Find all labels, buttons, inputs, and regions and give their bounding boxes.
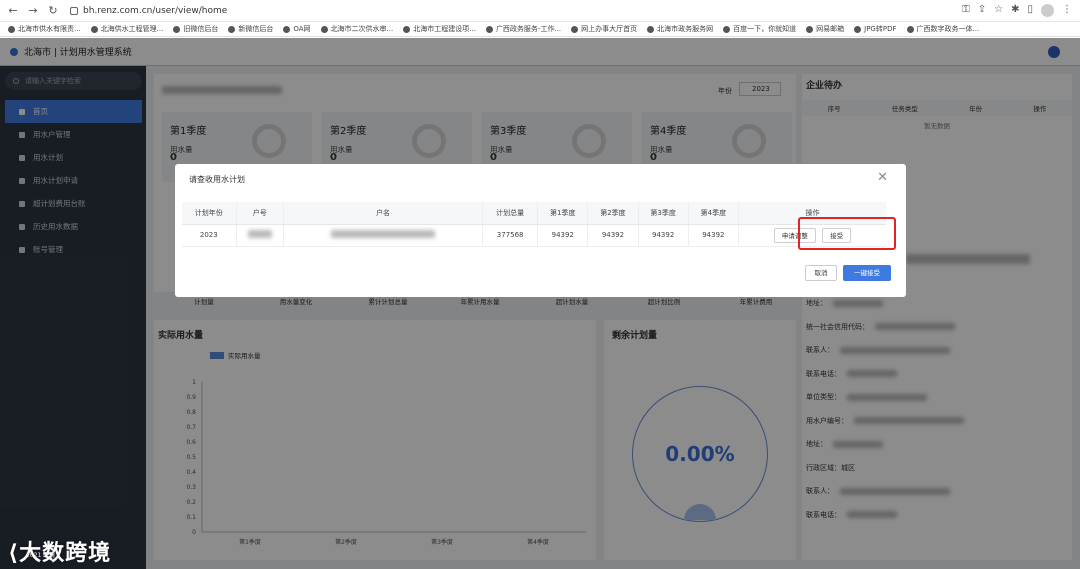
table-row: 2023 377568 94392 94392 94392 94392 申请调整… xyxy=(182,224,886,247)
bookmarks-bar: 北海市供水有限责... 北海供水工程管理... 旧微信后台 新微信后台 OA网 北海市二次… xyxy=(0,22,1080,37)
cell-q1: 94392 xyxy=(537,224,588,247)
url-text: bh.renz.com.cn/user/view/home xyxy=(83,5,228,16)
dialog-title: 请查收用水计划 xyxy=(189,175,245,184)
plan-dialog: 请查收用水计划 ✕ 计划年份 户号 户名 计划总量 第1季度 第2季度 第3季度 第4季度 操作… xyxy=(175,164,906,297)
profile-avatar[interactable] xyxy=(1041,4,1054,17)
browser-toolbar: ← → ↻ bh.renz.com.cn/user/view/home ⚿ ⇪ … xyxy=(0,0,1080,22)
watermark-sub: 2021 跨境 xyxy=(26,552,56,559)
bookmark-favicon-icon xyxy=(283,25,291,33)
close-icon[interactable]: ✕ xyxy=(877,170,888,185)
table-header-cell: 第3季度 xyxy=(637,202,689,225)
watermark-logo: ⟨大数跨境 xyxy=(8,541,112,566)
bookmark-item[interactable]: 广西政务服务-工作... xyxy=(485,24,561,34)
cell-q3: 94392 xyxy=(637,224,689,247)
accept-all-button[interactable]: 一键接受 xyxy=(843,265,891,281)
cell-total: 377568 xyxy=(482,224,538,247)
cell-q2: 94392 xyxy=(587,224,639,247)
bookmark-item[interactable]: 北海市二次供水审... xyxy=(320,24,393,34)
bookmark-favicon-icon xyxy=(320,25,328,33)
modal-overlay[interactable] xyxy=(0,38,1080,569)
table-header-cell: 户号 xyxy=(235,202,284,225)
table-header-cell: 第4季度 xyxy=(687,202,739,225)
bookmark-favicon-icon xyxy=(228,25,236,33)
reload-icon[interactable]: ↻ xyxy=(46,4,60,18)
bookmark-item[interactable]: 网上办事大厅首页 xyxy=(571,24,637,34)
highlight-box xyxy=(798,217,896,250)
table-header-cell: 计划年份 xyxy=(182,202,237,225)
table-header-cell: 第2季度 xyxy=(587,202,639,225)
bookmark-favicon-icon xyxy=(854,25,862,33)
bookmark-item[interactable]: 北海供水工程管理... xyxy=(90,24,163,34)
cell-account-no xyxy=(235,224,284,247)
bookmark-favicon-icon xyxy=(90,25,98,33)
bookmark-item[interactable]: 网易邮箱 xyxy=(806,24,844,34)
table-header-cell: 计划总量 xyxy=(482,202,538,225)
bookmark-item[interactable]: OA网 xyxy=(283,24,311,34)
bookmark-item[interactable]: 广西数字政务一体... xyxy=(906,24,979,34)
bookmark-item[interactable]: 旧微信后台 xyxy=(173,24,218,34)
extensions-icon[interactable]: ✱ xyxy=(1011,4,1019,17)
bookmark-item[interactable]: JPG转PDF xyxy=(854,24,897,34)
cell-account-name xyxy=(282,224,483,247)
bookmark-item[interactable]: 北海市供水有限责... xyxy=(8,24,81,34)
back-icon[interactable]: ← xyxy=(6,4,20,18)
table-header-cell: 第1季度 xyxy=(537,202,588,225)
bookmark-item[interactable]: 北海市政务服务网 xyxy=(647,24,713,34)
plan-table: 计划年份 户号 户名 计划总量 第1季度 第2季度 第3季度 第4季度 操作 2023 3775… xyxy=(182,202,886,247)
bookmark-favicon-icon xyxy=(8,25,15,33)
bookmark-item[interactable]: 百度一下，你就知道 xyxy=(723,24,796,34)
star-icon[interactable]: ☆ xyxy=(994,4,1003,17)
bookmark-favicon-icon xyxy=(173,25,181,33)
bookmark-favicon-icon xyxy=(485,25,493,33)
cell-year: 2023 xyxy=(182,224,237,247)
table-header-cell: 户名 xyxy=(282,202,483,225)
cancel-button[interactable]: 取消 xyxy=(805,265,837,281)
redacted-text xyxy=(331,230,436,238)
bookmark-favicon-icon xyxy=(906,25,914,33)
bookmark-item[interactable]: 新微信后台 xyxy=(228,24,273,34)
bookmark-favicon-icon xyxy=(723,25,731,33)
menu-icon[interactable]: ⋮ xyxy=(1062,4,1072,17)
bookmark-favicon-icon xyxy=(403,25,411,33)
share-icon[interactable]: ⇪ xyxy=(978,4,986,17)
sidepanel-icon[interactable]: ▯ xyxy=(1027,4,1033,17)
bookmark-favicon-icon xyxy=(571,25,579,33)
address-bar[interactable]: bh.renz.com.cn/user/view/home xyxy=(70,6,227,16)
redacted-text xyxy=(247,230,272,238)
bookmark-favicon-icon xyxy=(647,25,655,33)
forward-icon[interactable]: → xyxy=(26,4,40,18)
bookmark-item[interactable]: 北海市工程建设项... xyxy=(403,24,476,34)
bookmark-favicon-icon xyxy=(806,25,814,33)
cell-q4: 94392 xyxy=(687,224,739,247)
lock-icon xyxy=(70,6,78,15)
key-icon[interactable]: ⚿ xyxy=(962,4,970,17)
